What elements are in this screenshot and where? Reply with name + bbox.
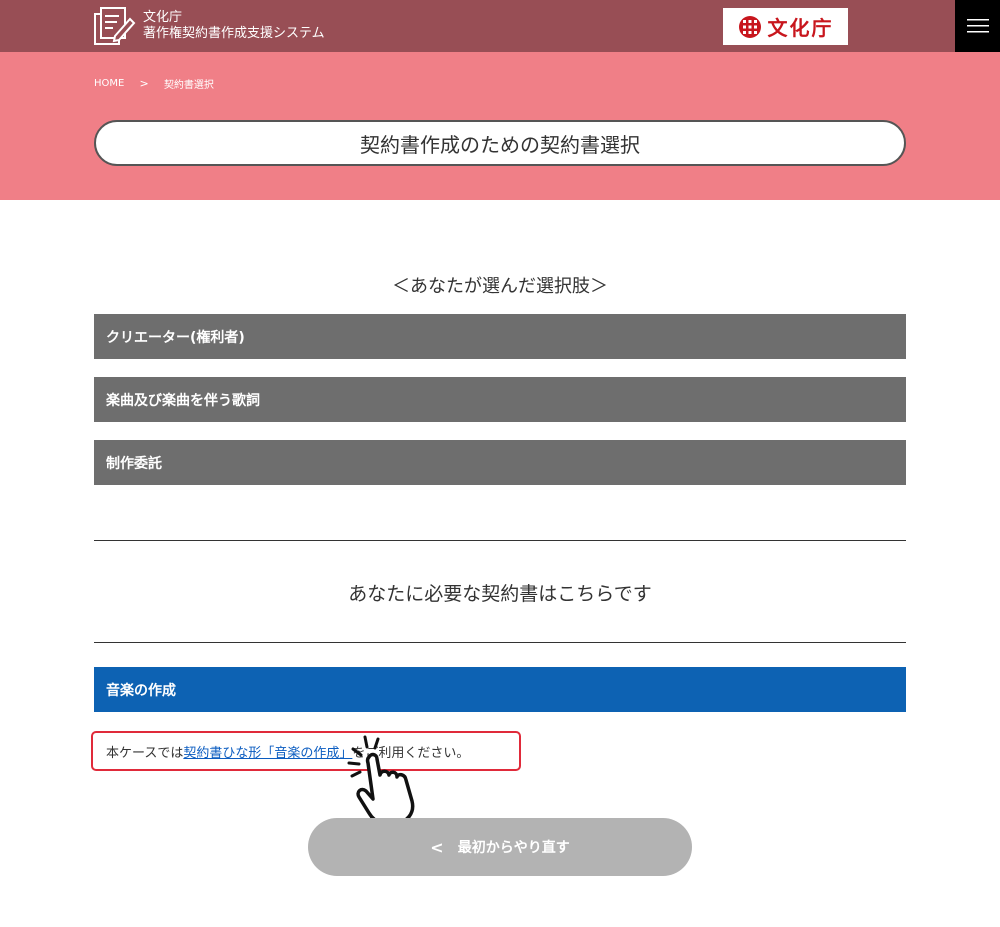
contract-title-bar: 音楽の作成 xyxy=(94,667,906,712)
result-heading: あなたに必要な契約書はこちらです xyxy=(348,583,652,605)
menu-button[interactable] xyxy=(955,0,1000,52)
site-header: 文化庁 著作権契約書作成支援システム 文化庁 xyxy=(0,0,1000,52)
pointing-hand-icon xyxy=(347,735,415,827)
site-logo-line1: 文化庁 xyxy=(143,10,183,25)
usage-note: 本ケースでは 契約書ひな形「音楽の作成」 をご利用ください。 xyxy=(91,731,521,771)
agency-logo[interactable]: 文化庁 xyxy=(723,8,848,45)
page-title: 契約書作成のための契約書選択 xyxy=(94,120,906,166)
document-pen-icon xyxy=(94,7,136,45)
usage-note-prefix: 本ケースでは xyxy=(106,745,184,761)
choice-item: 楽曲及び楽曲を伴う歌詞 xyxy=(94,377,906,422)
breadcrumb: HOME > 契約書選択 xyxy=(94,76,214,91)
site-logo-line2: 著作権契約書作成支援システム xyxy=(143,26,325,41)
divider xyxy=(94,540,906,541)
hamburger-icon xyxy=(966,19,989,33)
breadcrumb-current: 契約書選択 xyxy=(163,80,214,91)
contract-template-link[interactable]: 契約書ひな形「音楽の作成」 xyxy=(183,742,352,761)
choice-item: クリエーター(権利者) xyxy=(94,314,906,359)
choice-item: 制作委託 xyxy=(94,440,906,485)
breadcrumb-separator: > xyxy=(139,77,149,90)
site-logo[interactable]: 文化庁 著作権契約書作成支援システム xyxy=(92,5,325,47)
restart-button-label: 最初からやり直す xyxy=(457,840,570,856)
restart-button[interactable]: < 最初からやり直す xyxy=(308,818,692,876)
agency-emblem-icon xyxy=(738,15,761,38)
chevron-left-icon: < xyxy=(430,837,444,857)
agency-logo-text: 文化庁 xyxy=(767,16,834,40)
choices-heading: ＜あなたが選んだ選択肢＞ xyxy=(392,276,608,297)
divider xyxy=(94,642,906,643)
breadcrumb-home[interactable]: HOME xyxy=(94,78,124,89)
